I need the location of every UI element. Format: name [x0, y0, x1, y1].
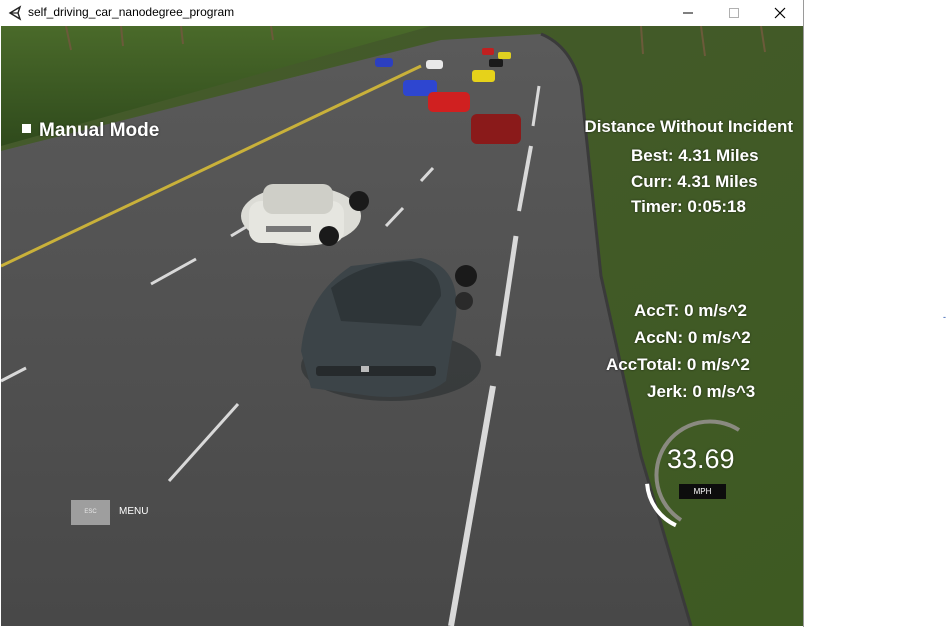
maximize-button[interactable] [711, 0, 757, 26]
manual-mode-label[interactable]: Manual Mode [39, 120, 159, 142]
acc-t: AccT: 0 m/s^2 [634, 301, 747, 320]
minimize-icon [683, 12, 693, 14]
esc-button[interactable]: ESC [71, 500, 110, 525]
acc-n: AccN: 0 m/s^2 [634, 328, 751, 347]
maximize-icon [729, 8, 739, 18]
current-distance: Curr: 4.31 Miles [631, 172, 758, 191]
driving-scene [1, 26, 803, 626]
edge-mark: - [943, 312, 946, 322]
unity-app-icon [8, 5, 22, 21]
simulator-viewport[interactable]: Manual Mode Distance Without Incident Be… [1, 26, 803, 626]
speed-unit: MPH [679, 484, 726, 499]
speed-value: 33.69 [667, 444, 735, 474]
simulator-window: self_driving_car_nanodegree_program Manu… [0, 0, 804, 627]
best-distance: Best: 4.31 Miles [631, 146, 759, 165]
window-title: self_driving_car_nanodegree_program [28, 5, 235, 19]
jerk: Jerk: 0 m/s^3 [647, 382, 756, 401]
distance-title: Distance Without Incident [584, 117, 793, 136]
acc-total: AccTotal: 0 m/s^2 [606, 355, 750, 374]
close-button[interactable] [757, 0, 803, 26]
manual-mode-checkbox[interactable] [22, 124, 31, 133]
menu-label[interactable]: MENU [119, 506, 148, 517]
timer: Timer: 0:05:18 [631, 197, 746, 216]
minimize-button[interactable] [665, 0, 711, 26]
title-bar[interactable]: self_driving_car_nanodegree_program [0, 0, 803, 26]
speedometer-fill [645, 483, 677, 528]
close-icon [774, 7, 786, 19]
